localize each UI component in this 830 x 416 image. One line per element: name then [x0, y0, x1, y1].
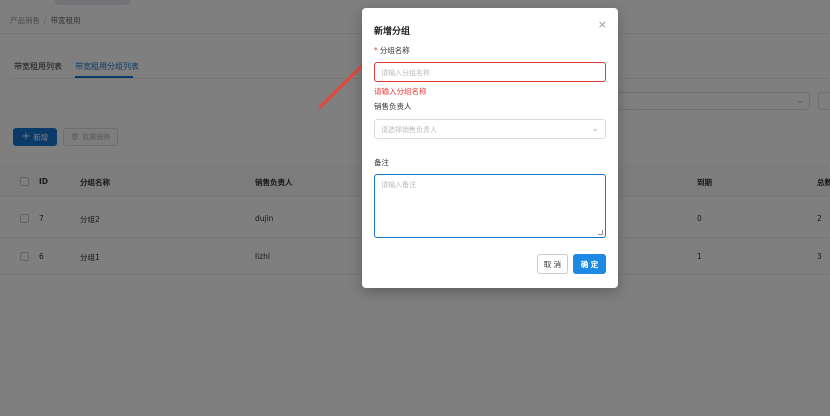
close-icon[interactable]: × [598, 18, 607, 31]
owner-select[interactable]: 请选择销售负责人 ⌄ [374, 119, 606, 139]
remark-textarea[interactable]: 请输入备注 [374, 174, 606, 238]
remark-label: 备注 [374, 158, 389, 167]
remark-placeholder: 请输入备注 [381, 181, 416, 189]
group-name-label-text: 分组名称 [379, 46, 410, 55]
owner-label: 销售负责人 [374, 102, 412, 111]
owner-select-placeholder: 请选择销售负责人 [381, 126, 437, 134]
confirm-button[interactable]: 确 定 [573, 254, 606, 274]
group-name-label: * 分组名称 [374, 45, 410, 56]
chevron-down-icon: ⌄ [591, 124, 599, 134]
group-name-input[interactable]: 请输入分组名称 [374, 62, 606, 82]
cancel-button[interactable]: 取 消 [537, 254, 568, 274]
group-name-error: 请输入分组名称 [374, 87, 427, 96]
add-group-dialog: 新增分组 × * 分组名称 请输入分组名称 请输入分组名称 销售负责人 请选择销售… [362, 8, 618, 288]
required-mark: * [374, 46, 378, 55]
dialog-title: 新增分组 [374, 27, 411, 37]
resize-handle-icon[interactable] [598, 230, 603, 235]
